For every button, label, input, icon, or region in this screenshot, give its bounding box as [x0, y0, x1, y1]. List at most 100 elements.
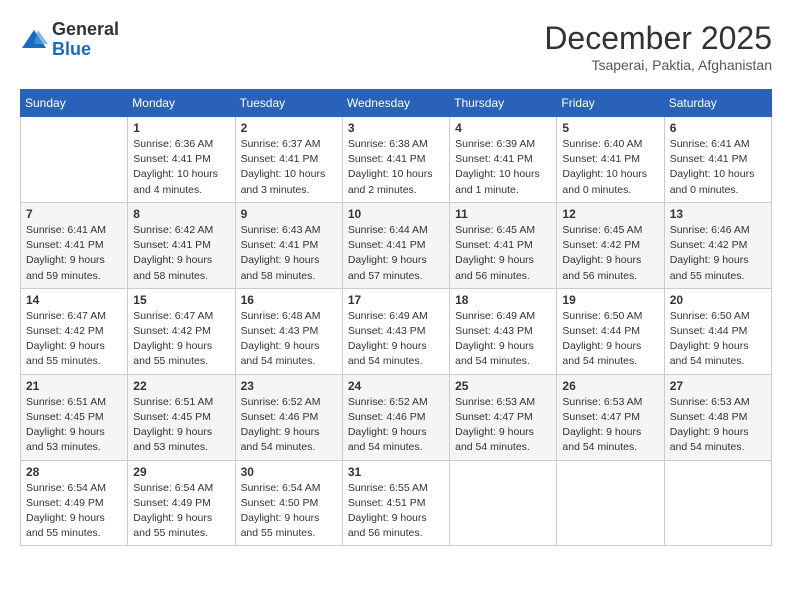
calendar-week-row: 28 Sunrise: 6:54 AM Sunset: 4:49 PM Dayli… — [21, 460, 772, 546]
day-number: 20 — [670, 293, 766, 307]
calendar-cell: 11 Sunrise: 6:45 AM Sunset: 4:41 PM Dayli… — [450, 202, 557, 288]
day-info: Sunrise: 6:47 AM Sunset: 4:42 PM Dayligh… — [133, 309, 229, 370]
day-info: Sunrise: 6:54 AM Sunset: 4:49 PM Dayligh… — [26, 481, 122, 542]
day-number: 24 — [348, 379, 444, 393]
calendar-cell — [450, 460, 557, 546]
day-info: Sunrise: 6:41 AM Sunset: 4:41 PM Dayligh… — [26, 223, 122, 284]
calendar-cell: 4Sunrise: 6:39 AM Sunset: 4:41 PM Daylig… — [450, 117, 557, 203]
calendar-cell: 9 Sunrise: 6:43 AM Sunset: 4:41 PM Daylig… — [235, 202, 342, 288]
day-number: 23 — [241, 379, 337, 393]
day-number: 29 — [133, 465, 229, 479]
calendar-cell: 15 Sunrise: 6:47 AM Sunset: 4:42 PM Dayli… — [128, 288, 235, 374]
day-info: Sunrise: 6:52 AM Sunset: 4:46 PM Dayligh… — [241, 395, 337, 456]
calendar-cell: 7Sunrise: 6:41 AM Sunset: 4:41 PM Daylig… — [21, 202, 128, 288]
day-number: 8 — [133, 207, 229, 221]
day-info: Sunrise: 6:53 AM Sunset: 4:47 PM Dayligh… — [562, 395, 658, 456]
weekday-header: Monday — [128, 90, 235, 117]
day-info: Sunrise: 6:51 AM Sunset: 4:45 PM Dayligh… — [133, 395, 229, 456]
day-number: 19 — [562, 293, 658, 307]
day-number: 28 — [26, 465, 122, 479]
calendar-cell: 21 Sunrise: 6:51 AM Sunset: 4:45 PM Dayli… — [21, 374, 128, 460]
weekday-header: Saturday — [664, 90, 771, 117]
day-info: Sunrise: 6:55 AM Sunset: 4:51 PM Dayligh… — [348, 481, 444, 542]
location: Tsaperai, Paktia, Afghanistan — [544, 57, 772, 73]
day-number: 13 — [670, 207, 766, 221]
weekday-header: Tuesday — [235, 90, 342, 117]
calendar-cell: 24 Sunrise: 6:52 AM Sunset: 4:46 PM Dayli… — [342, 374, 449, 460]
day-number: 18 — [455, 293, 551, 307]
day-info: Sunrise: 6:44 AM Sunset: 4:41 PM Dayligh… — [348, 223, 444, 284]
calendar-week-row: 14 Sunrise: 6:47 AM Sunset: 4:42 PM Dayli… — [21, 288, 772, 374]
month-title: December 2025 — [544, 20, 772, 57]
day-number: 21 — [26, 379, 122, 393]
day-number: 31 — [348, 465, 444, 479]
weekday-header: Wednesday — [342, 90, 449, 117]
day-number: 2 — [241, 121, 337, 135]
day-info: Sunrise: 6:46 AM Sunset: 4:42 PM Dayligh… — [670, 223, 766, 284]
day-info: Sunrise: 6:42 AM Sunset: 4:41 PM Dayligh… — [133, 223, 229, 284]
day-info: Sunrise: 6:38 AM Sunset: 4:41 PM Dayligh… — [348, 137, 444, 198]
calendar-cell: 20 Sunrise: 6:50 AM Sunset: 4:44 PM Dayli… — [664, 288, 771, 374]
logo-text: General Blue — [52, 20, 119, 60]
calendar-cell: 2 Sunrise: 6:37 AM Sunset: 4:41 PM Daylig… — [235, 117, 342, 203]
calendar-table: SundayMondayTuesdayWednesdayThursdayFrid… — [20, 89, 772, 546]
weekday-header: Thursday — [450, 90, 557, 117]
day-info: Sunrise: 6:52 AM Sunset: 4:46 PM Dayligh… — [348, 395, 444, 456]
day-info: Sunrise: 6:39 AM Sunset: 4:41 PM Dayligh… — [455, 137, 551, 198]
calendar-cell: 26 Sunrise: 6:53 AM Sunset: 4:47 PM Dayli… — [557, 374, 664, 460]
calendar-cell: 16Sunrise: 6:48 AM Sunset: 4:43 PM Dayli… — [235, 288, 342, 374]
day-number: 9 — [241, 207, 337, 221]
day-number: 26 — [562, 379, 658, 393]
calendar-cell: 30Sunrise: 6:54 AM Sunset: 4:50 PM Dayli… — [235, 460, 342, 546]
calendar-cell: 28 Sunrise: 6:54 AM Sunset: 4:49 PM Dayli… — [21, 460, 128, 546]
calendar-cell — [557, 460, 664, 546]
day-number: 10 — [348, 207, 444, 221]
calendar-cell: 31 Sunrise: 6:55 AM Sunset: 4:51 PM Dayli… — [342, 460, 449, 546]
day-number: 22 — [133, 379, 229, 393]
day-number: 1 — [133, 121, 229, 135]
logo-general: General — [52, 20, 119, 40]
calendar-cell: 29 Sunrise: 6:54 AM Sunset: 4:49 PM Dayli… — [128, 460, 235, 546]
day-info: Sunrise: 6:53 AM Sunset: 4:47 PM Dayligh… — [455, 395, 551, 456]
day-info: Sunrise: 6:43 AM Sunset: 4:41 PM Dayligh… — [241, 223, 337, 284]
calendar-cell: 14 Sunrise: 6:47 AM Sunset: 4:42 PM Dayli… — [21, 288, 128, 374]
day-info: Sunrise: 6:40 AM Sunset: 4:41 PM Dayligh… — [562, 137, 658, 198]
day-number: 25 — [455, 379, 551, 393]
day-info: Sunrise: 6:48 AM Sunset: 4:43 PM Dayligh… — [241, 309, 337, 370]
day-info: Sunrise: 6:49 AM Sunset: 4:43 PM Dayligh… — [455, 309, 551, 370]
calendar-cell: 25 Sunrise: 6:53 AM Sunset: 4:47 PM Dayli… — [450, 374, 557, 460]
calendar-cell: 5 Sunrise: 6:40 AM Sunset: 4:41 PM Daylig… — [557, 117, 664, 203]
calendar-cell: 22 Sunrise: 6:51 AM Sunset: 4:45 PM Dayli… — [128, 374, 235, 460]
day-info: Sunrise: 6:50 AM Sunset: 4:44 PM Dayligh… — [562, 309, 658, 370]
day-number: 12 — [562, 207, 658, 221]
day-info: Sunrise: 6:54 AM Sunset: 4:50 PM Dayligh… — [241, 481, 337, 542]
page-header: General Blue December 2025 Tsaperai, Pak… — [20, 20, 772, 73]
day-number: 5 — [562, 121, 658, 135]
calendar-cell: 19 Sunrise: 6:50 AM Sunset: 4:44 PM Dayli… — [557, 288, 664, 374]
day-number: 11 — [455, 207, 551, 221]
calendar-cell: 12 Sunrise: 6:45 AM Sunset: 4:42 PM Dayli… — [557, 202, 664, 288]
day-number: 27 — [670, 379, 766, 393]
calendar-cell: 17Sunrise: 6:49 AM Sunset: 4:43 PM Dayli… — [342, 288, 449, 374]
day-info: Sunrise: 6:45 AM Sunset: 4:42 PM Dayligh… — [562, 223, 658, 284]
calendar-cell — [664, 460, 771, 546]
day-info: Sunrise: 6:53 AM Sunset: 4:48 PM Dayligh… — [670, 395, 766, 456]
day-info: Sunrise: 6:51 AM Sunset: 4:45 PM Dayligh… — [26, 395, 122, 456]
calendar-cell: 23 Sunrise: 6:52 AM Sunset: 4:46 PM Dayli… — [235, 374, 342, 460]
day-number: 14 — [26, 293, 122, 307]
weekday-header: Sunday — [21, 90, 128, 117]
calendar-week-row: 21 Sunrise: 6:51 AM Sunset: 4:45 PM Dayli… — [21, 374, 772, 460]
calendar-cell: 13 Sunrise: 6:46 AM Sunset: 4:42 PM Dayli… — [664, 202, 771, 288]
day-number: 6 — [670, 121, 766, 135]
calendar-cell: 6Sunrise: 6:41 AM Sunset: 4:41 PM Daylig… — [664, 117, 771, 203]
day-number: 15 — [133, 293, 229, 307]
logo-icon — [20, 26, 48, 54]
day-info: Sunrise: 6:54 AM Sunset: 4:49 PM Dayligh… — [133, 481, 229, 542]
logo-blue: Blue — [52, 40, 119, 60]
calendar-week-row: 1Sunrise: 6:36 AM Sunset: 4:41 PM Daylig… — [21, 117, 772, 203]
day-info: Sunrise: 6:49 AM Sunset: 4:43 PM Dayligh… — [348, 309, 444, 370]
day-info: Sunrise: 6:45 AM Sunset: 4:41 PM Dayligh… — [455, 223, 551, 284]
day-info: Sunrise: 6:37 AM Sunset: 4:41 PM Dayligh… — [241, 137, 337, 198]
day-info: Sunrise: 6:47 AM Sunset: 4:42 PM Dayligh… — [26, 309, 122, 370]
day-info: Sunrise: 6:50 AM Sunset: 4:44 PM Dayligh… — [670, 309, 766, 370]
